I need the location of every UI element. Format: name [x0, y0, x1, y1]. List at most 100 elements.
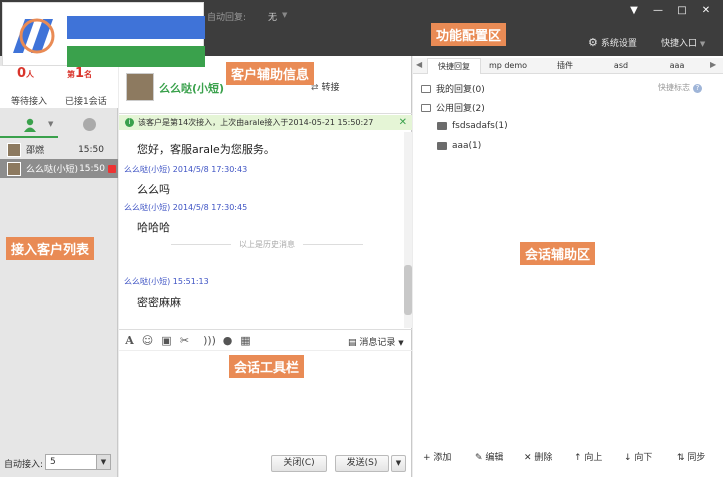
message-scrollbar[interactable] — [404, 132, 412, 328]
auto-receive-value: 5 — [50, 457, 56, 467]
sync-button[interactable]: ⇅ 同步 — [677, 450, 705, 463]
info-icon: i — [125, 118, 134, 127]
tab-aaa[interactable]: aaa — [654, 58, 700, 74]
message-header: 么么哒(小短) 2014/5/8 17:30:45 — [124, 203, 248, 212]
chevron-down-icon[interactable]: ▼ — [96, 455, 110, 469]
customer-time: 15:50 — [79, 163, 105, 174]
folder-icon — [421, 84, 431, 93]
quick-entry-button[interactable]: 快捷入口 ▼ — [661, 36, 705, 49]
tree-child-item[interactable]: fsdsadafs(1) — [437, 121, 508, 131]
microphone-icon[interactable]: ● — [221, 334, 234, 347]
chevron-down-icon: ▼ — [398, 339, 404, 347]
message-body: 么么吗 — [137, 183, 170, 196]
chat-customer-name: 么么哒(小短) — [159, 82, 225, 95]
logo-bar-blue — [67, 16, 205, 39]
served-label[interactable]: 已接1会话 — [65, 94, 107, 107]
delete-icon: ✕ — [524, 453, 535, 463]
tree-label: fsdsadafs(1) — [452, 121, 508, 131]
maximize-icon[interactable]: □ — [675, 5, 689, 16]
clock-icon[interactable] — [83, 118, 96, 131]
unread-badge-icon — [108, 164, 116, 173]
tab-mp-demo[interactable]: mp demo — [483, 58, 533, 74]
chevron-down-icon: ▼ — [699, 40, 706, 48]
person-icon[interactable] — [24, 118, 36, 132]
message-header: 么么哒(小短) 15:51:13 — [124, 277, 209, 286]
auto-receive-select[interactable]: 5 ▼ — [45, 454, 111, 470]
send-options-icon[interactable]: ▼ — [391, 455, 406, 472]
tab-prev-icon[interactable]: ◀ — [416, 60, 422, 69]
record-icon: ▤ — [348, 338, 360, 348]
session-assist-panel: ◀ 快捷回复 mp demo 插件 asd aaa ▶ 我的回复(0) 快捷标志… — [413, 56, 723, 477]
tab-plugin[interactable]: 插件 — [541, 58, 589, 74]
auto-receive-label: 自动接入: — [4, 460, 44, 470]
help-icon[interactable]: ? — [693, 84, 702, 93]
annotation-customer-info: 客户辅助信息 — [226, 62, 315, 85]
message-list: 您好，客服arale为您服务。 么么哒(小短) 2014/5/8 17:30:4… — [119, 132, 412, 328]
move-up-button[interactable]: ↑ 向上 — [574, 450, 602, 463]
image-icon[interactable]: ▣ — [160, 334, 173, 347]
close-icon[interactable]: ✕ — [699, 5, 713, 16]
message-body: 密密麻麻 — [137, 296, 181, 309]
minimize-icon[interactable]: — — [651, 5, 665, 16]
transfer-label: 转接 — [321, 83, 340, 93]
scroll-thumb[interactable] — [404, 265, 412, 315]
folder-icon — [437, 142, 447, 150]
auto-reply-select[interactable]: 无 — [268, 10, 277, 23]
shake-icon[interactable]: ))) — [203, 334, 216, 347]
customer-name: 么么哒(小短) — [26, 165, 79, 175]
customer-row[interactable]: 邵燃 15:50 — [0, 140, 118, 159]
add-button[interactable]: + 添加 — [423, 450, 451, 463]
customer-name: 邵燃 — [26, 146, 45, 156]
calculator-icon[interactable]: ▦ — [239, 334, 252, 347]
sync-icon: ⇅ — [677, 453, 688, 463]
transfer-button[interactable]: ⇄ 转接 — [311, 80, 340, 93]
avatar — [126, 73, 154, 101]
move-down-button[interactable]: ↓ 向下 — [624, 450, 652, 463]
emoji-icon[interactable]: ☺ — [141, 334, 154, 347]
quick-entry-label: 快捷入口 — [661, 39, 698, 49]
arrow-down-icon: ↓ — [624, 453, 635, 463]
customer-tabs — [0, 116, 118, 136]
font-icon[interactable]: A — [123, 334, 136, 347]
served-rank: 第1名 — [67, 66, 93, 81]
assist-tabs: ◀ 快捷回复 mp demo 插件 asd aaa ▶ — [413, 58, 723, 74]
menu-caret-icon[interactable]: ▼ — [627, 5, 641, 16]
tree-public-replies[interactable]: 公用回复(2) — [421, 101, 485, 114]
message-body: 哈哈哈 — [137, 221, 170, 234]
plus-icon: + — [423, 453, 434, 463]
close-icon[interactable]: ✕ — [399, 117, 407, 128]
tab-asd[interactable]: asd — [598, 58, 644, 74]
tree-child-item[interactable]: aaa(1) — [437, 141, 481, 151]
chevron-down-icon[interactable]: ▼ — [282, 11, 287, 19]
message-record-button[interactable]: ▤ 消息记录 ▼ — [348, 335, 404, 348]
edit-button[interactable]: ✎ 编辑 — [475, 450, 503, 463]
message-header: 么么哒(小短) 2014/5/8 17:30:43 — [124, 165, 248, 174]
notice-text: 该客户是第14次接入，上次由arale接入于2014-05-21 15:50:2… — [138, 118, 374, 127]
tree-label: 公用回复(2) — [436, 104, 485, 114]
folder-icon — [421, 103, 431, 112]
annotation-customer-list: 接入客户列表 — [6, 237, 95, 260]
tree-my-replies[interactable]: 我的回复(0) — [421, 82, 485, 95]
tab-underline — [0, 136, 58, 138]
annotation-func-config: 功能配置区 — [431, 23, 507, 46]
close-chat-button[interactable]: 关闭(C) — [271, 455, 327, 472]
system-settings-button[interactable]: ⚙ 系统设置 — [588, 36, 637, 49]
waiting-label[interactable]: 等待接入 — [11, 94, 47, 107]
chat-panel: 么么哒(小短) ⇄ 转接 i 该客户是第14次接入，上次由arale接入于2014… — [119, 56, 412, 477]
chevron-down-icon[interactable]: ▼ — [48, 120, 53, 128]
waiting-count: 0人 — [17, 66, 35, 81]
customer-time: 15:50 — [78, 144, 104, 155]
screenshot-icon[interactable]: ✂ — [178, 334, 191, 347]
chat-toolbar: A ☺ ▣ ✂ ))) ● ▦ ▤ 消息记录 ▼ — [119, 329, 412, 351]
tab-quick-reply[interactable]: 快捷回复 — [427, 58, 481, 74]
tab-next-icon[interactable]: ▶ — [710, 60, 716, 69]
auto-reply-label: 自动回复: — [207, 13, 247, 23]
tree-label: 我的回复(0) — [436, 85, 485, 95]
visit-notice: i 该客户是第14次接入，上次由arale接入于2014-05-21 15:50… — [119, 115, 412, 130]
send-button[interactable]: 发送(S) — [335, 455, 389, 472]
customer-list-panel: 0人 第1名 等待接入 已接1会话 ▼ 邵燃 15:50 么么哒(小短) 15:… — [0, 56, 118, 477]
avatar — [7, 142, 21, 157]
customer-row-selected[interactable]: 么么哒(小短) 15:50 — [0, 159, 118, 178]
message-body: 您好，客服arale为您服务。 — [137, 143, 275, 156]
delete-button[interactable]: ✕ 删除 — [524, 450, 552, 463]
